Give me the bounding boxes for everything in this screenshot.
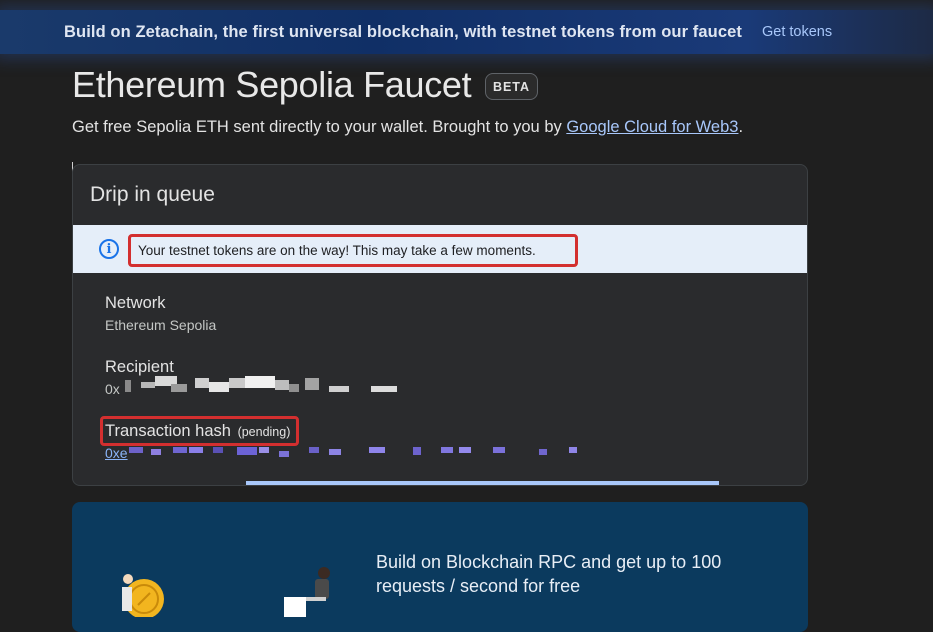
transaction-hash-label-text: Transaction hash [105,422,231,440]
promo-banner: Build on Zetachain, the first universal … [0,10,933,54]
info-icon: i [99,239,119,259]
drip-queue-card: Drip in queue i Your testnet tokens are … [72,164,808,486]
recipient-value: 0x [105,381,120,397]
card-title: Drip in queue [90,183,215,206]
transaction-hash-link[interactable]: 0xe [105,445,128,461]
info-banner: i Your testnet tokens are on the way! Th… [73,225,807,273]
promo-illustration-art [122,567,330,619]
recipient-redaction [125,376,405,396]
promo-text: Build on Blockchain RPC and get up to 10… [376,552,722,596]
person-icon [318,567,330,579]
recipient-label: Recipient [105,358,174,376]
subtitle-suffix: . [738,118,744,136]
get-tokens-link[interactable]: Get tokens [762,24,832,40]
promo-illustration [112,557,332,622]
beta-badge: BETA [485,73,538,100]
loading-progress-bar [246,481,719,485]
hash-redaction [129,441,589,459]
transaction-hash-label: Transaction hash (pending) [105,422,290,441]
banner-text: Build on Zetachain, the first universal … [64,22,742,41]
info-message: Your testnet tokens are on the way! This… [128,234,578,267]
pending-status: (pending) [237,425,291,439]
network-value: Ethereum Sepolia [105,317,217,333]
page-subtitle: Get free Sepolia ETH sent directly to yo… [72,118,743,137]
google-cloud-web3-link[interactable]: Google Cloud for Web3 [566,118,738,136]
recipient-redaction-pixels [125,376,397,392]
page-title: Ethereum Sepolia Faucet [72,64,472,105]
info-message-text: Your testnet tokens are on the way! This… [138,243,536,258]
hash-redaction-pixels [129,447,577,457]
network-label: Network [105,294,166,312]
subtitle-text: Get free Sepolia ETH sent directly to yo… [72,118,567,136]
